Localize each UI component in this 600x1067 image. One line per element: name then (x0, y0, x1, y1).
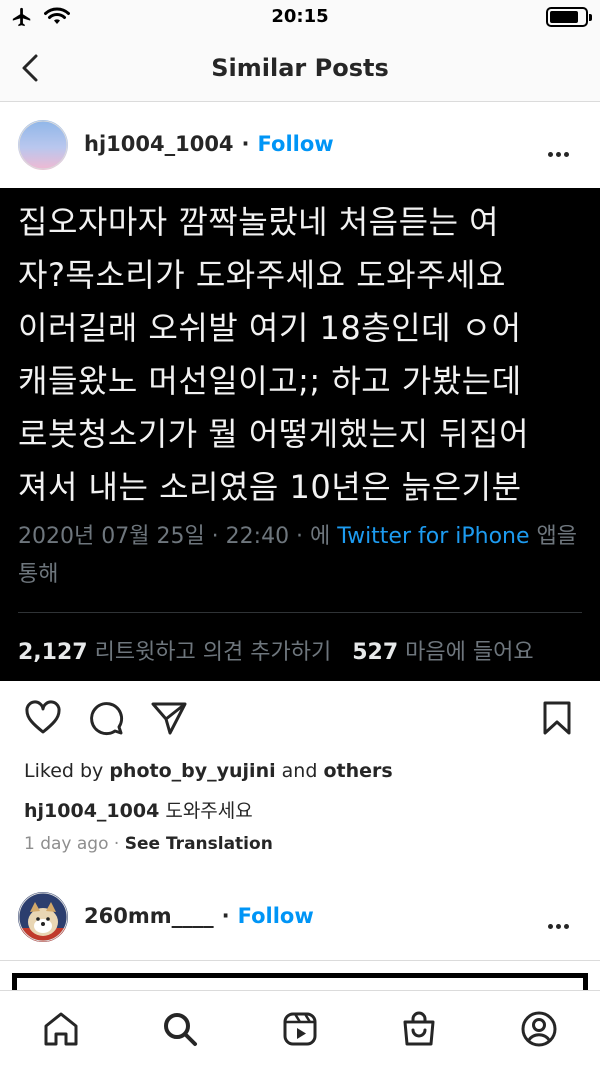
post-meta: 1 day ago · See Translation (24, 834, 273, 854)
avatar[interactable] (18, 892, 68, 942)
see-translation-link[interactable]: See Translation (125, 834, 273, 854)
tweet-meta: 2020년 07월 25일 · 22:40 · 에 Twitter for iP… (18, 518, 582, 594)
heart-icon[interactable] (24, 700, 62, 736)
retweet-label: 리트윗하고 의견 추가하기 (87, 640, 332, 665)
tweet-line: 져서 내는 소리였음 10년은 늙은기분 (18, 468, 522, 506)
tweet-line: 집오자마자 깜짝놀랐네 처음듣는 여 (18, 203, 500, 241)
follow-button[interactable]: Follow (238, 904, 314, 928)
tab-bar (0, 990, 600, 1067)
home-icon[interactable] (42, 1010, 80, 1048)
post-author[interactable]: 260mm____ · Follow (84, 904, 314, 928)
bookmark-icon[interactable] (540, 700, 574, 736)
comment-icon[interactable] (88, 700, 124, 736)
tweet-date: 2020년 07월 25일 · 22:40 · 에 (18, 524, 338, 549)
caption-username[interactable]: hj1004_1004 (24, 800, 159, 822)
separator: · (221, 904, 230, 928)
time-ago: 1 day ago (24, 834, 109, 854)
retweet-count: 2,127 (18, 640, 88, 665)
caption-text: 도와주세요 (159, 800, 253, 822)
time-separator: · (108, 834, 125, 854)
separator: · (241, 132, 250, 156)
post-header: 260mm____ · Follow (0, 874, 600, 960)
like-count: 527 (352, 640, 399, 665)
search-icon[interactable] (161, 1010, 199, 1048)
profile-icon[interactable] (520, 1010, 558, 1048)
liked-by-prefix: Liked by (24, 760, 110, 782)
tweet-text: 집오자마자 깜짝놀랐네 처음듣는 여 자?목소리가 도와주세요 도와주세요 이러… (18, 188, 582, 514)
like-label: 마음에 들어요 (398, 640, 534, 665)
post-header: hj1004_1004 · Follow (0, 102, 600, 188)
share-icon[interactable] (150, 700, 188, 736)
username[interactable]: hj1004_1004 (84, 132, 234, 156)
page-title: Similar Posts (211, 54, 389, 82)
liked-by-and: and (275, 760, 324, 782)
liked-by-user[interactable]: photo_by_yujini (109, 760, 275, 782)
tweet-line: 이러길래 오쉬발 여기 18층인데 ㅇ어 (18, 309, 522, 347)
more-options-icon[interactable] (548, 914, 578, 929)
tweet-stats: 2,127 리트윗하고 의견 추가하기 527 마음에 들어요 (18, 634, 534, 666)
follow-button[interactable]: Follow (258, 132, 334, 156)
status-bar: 20:15 (0, 0, 600, 36)
caption: hj1004_1004 도와주세요 (24, 796, 253, 823)
battery-icon (546, 7, 592, 27)
nav-bar: Similar Posts (0, 36, 600, 102)
status-time: 20:15 (271, 6, 329, 27)
shop-icon[interactable] (400, 1010, 438, 1048)
reels-icon[interactable] (281, 1010, 319, 1048)
tweet-source: Twitter for iPhone (337, 524, 530, 549)
tweet-divider (18, 612, 582, 613)
tweet-meta-suffix: 앱을 (529, 524, 578, 549)
username[interactable]: 260mm____ (84, 904, 214, 928)
tweet-line: 캐들왔노 머선일이고;; 하고 가봤는데 (18, 362, 522, 400)
post-author[interactable]: hj1004_1004 · Follow (84, 132, 334, 156)
action-bar (0, 700, 600, 740)
post-image[interactable]: 집오자마자 깜짝놀랐네 처음듣는 여 자?목소리가 도와주세요 도와주세요 이러… (0, 188, 600, 681)
avatar[interactable] (18, 120, 68, 170)
more-options-icon[interactable] (548, 142, 578, 157)
tweet-line: 자?목소리가 도와주세요 도와주세요 (18, 256, 506, 294)
liked-by-others[interactable]: others (323, 760, 392, 782)
tweet-meta-line2: 통해 (18, 562, 59, 587)
liked-by: Liked by photo_by_yujini and others (24, 760, 393, 782)
tweet-line: 로봇청소기가 뭘 어떻게했는지 뒤집어 (18, 415, 530, 453)
